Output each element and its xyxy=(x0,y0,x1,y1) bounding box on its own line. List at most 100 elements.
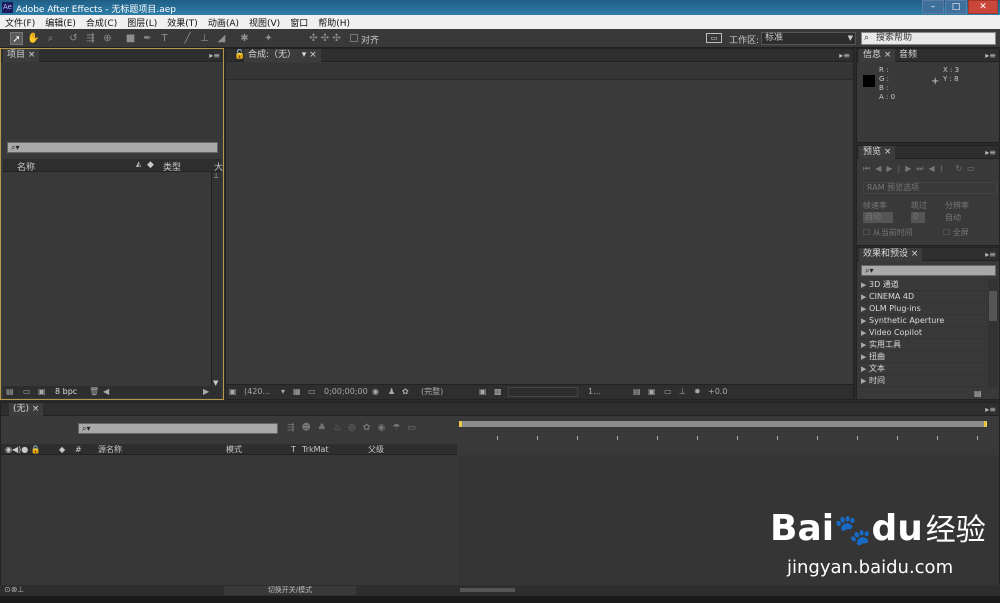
panel-menu-icon[interactable]: ▸≡ xyxy=(985,403,996,416)
close-button[interactable]: ✕ xyxy=(968,0,998,14)
chevron-down-icon[interactable]: ▾ xyxy=(281,386,285,398)
resolution-select[interactable]: 自动 xyxy=(945,212,961,223)
effect-category[interactable]: ▶ Synthetic Aperture xyxy=(858,315,987,327)
menu-animation[interactable]: 动画(A) xyxy=(203,16,244,29)
axis-mode-icon[interactable]: ✣ ✣ ✣ xyxy=(305,32,345,45)
panel-menu-icon[interactable]: ▸≡ xyxy=(985,248,996,261)
timeline-icon[interactable]: ▭ xyxy=(664,386,672,398)
pen-tool-icon[interactable]: ✒ xyxy=(141,32,154,45)
trash-icon[interactable]: 🗑 xyxy=(89,386,99,398)
new-preset-icon[interactable]: ▤ xyxy=(974,389,982,398)
roto-brush-tool-icon[interactable]: ✱ xyxy=(238,32,251,45)
tab-project[interactable]: 项目 × xyxy=(3,49,40,62)
view-select[interactable] xyxy=(508,387,578,397)
zoom-slider[interactable] xyxy=(460,588,515,592)
show-snapshot-icon[interactable]: ♟ xyxy=(388,386,395,398)
always-preview-icon[interactable]: ▣ xyxy=(229,386,237,398)
zoom-tool-icon[interactable]: ⌕ xyxy=(44,32,57,45)
safe-zones-icon[interactable]: ▦ xyxy=(293,386,301,398)
workspace-icon[interactable]: ▭ xyxy=(706,33,722,43)
label-tag-icon[interactable]: ◆ xyxy=(59,444,65,455)
view-layout-select[interactable]: 1... xyxy=(588,386,601,398)
comp-viewer[interactable] xyxy=(226,80,853,384)
av-switches-icon[interactable]: ◉◀)● 🔒 xyxy=(5,444,41,455)
timecode-display[interactable]: 0;00;00;00 xyxy=(324,386,368,398)
toggle-switches-modes-button[interactable]: 切换开关/模式 xyxy=(224,586,356,595)
skip-select[interactable]: 0 xyxy=(911,212,925,223)
work-area-bar[interactable] xyxy=(459,421,987,427)
selection-tool-icon[interactable]: ➚ xyxy=(10,32,23,45)
exposure-value[interactable]: +0.0 xyxy=(708,386,727,398)
effects-scrollbar[interactable] xyxy=(988,279,998,387)
channel-icon[interactable]: ✿ xyxy=(402,386,409,398)
effect-category[interactable]: ▶ CINEMA 4D xyxy=(858,291,987,303)
menu-view[interactable]: 视图(V) xyxy=(244,16,285,29)
menu-effect[interactable]: 效果(T) xyxy=(162,16,203,29)
ram-preview-options-select[interactable]: RAM 预览选项 xyxy=(863,182,997,194)
layer-list[interactable] xyxy=(1,455,457,585)
new-comp-icon[interactable]: ▣ xyxy=(38,386,46,398)
timeline-search-input[interactable]: ⌕▾ xyxy=(78,423,278,434)
col-source-name[interactable]: 源名称 xyxy=(98,444,122,455)
zoom-select[interactable]: (420... xyxy=(244,386,270,398)
exposure-icon[interactable]: ✸ xyxy=(694,386,701,398)
tab-composition[interactable]: 合成:（无） ▾ × xyxy=(244,49,321,62)
region-of-interest-icon[interactable]: ▣ xyxy=(479,386,487,398)
snapshot-icon[interactable]: ◉ xyxy=(372,386,379,398)
align-checkbox[interactable] xyxy=(350,34,358,42)
transparency-grid-icon[interactable]: ▩ xyxy=(494,386,502,398)
pan-behind-tool-icon[interactable]: ⊕ xyxy=(101,32,114,45)
maximize-button[interactable]: □ xyxy=(945,0,967,14)
menu-file[interactable]: 文件(F) xyxy=(0,16,40,29)
brush-tool-icon[interactable]: ╱ xyxy=(181,32,194,45)
menu-edit[interactable]: 编辑(E) xyxy=(40,16,81,29)
minimize-button[interactable]: – xyxy=(922,0,944,14)
col-t[interactable]: T xyxy=(291,444,296,455)
effect-category[interactable]: ▶ OLM Plug-ins xyxy=(858,303,987,315)
hand-tool-icon[interactable]: ✋ xyxy=(27,32,40,45)
label-tag-icon[interactable]: ◆ xyxy=(147,160,154,170)
project-scrollbar[interactable]: ⊥ ▼ xyxy=(211,172,221,387)
fast-preview-icon[interactable]: ▣ xyxy=(648,386,656,398)
effect-category[interactable]: ▶ 扭曲 xyxy=(858,351,987,363)
workspace-select[interactable]: 标准 ▼ xyxy=(761,32,856,45)
rotate-tool-icon[interactable]: ↺ xyxy=(67,32,80,45)
mask-visibility-icon[interactable]: ▭ xyxy=(308,386,316,398)
time-ruler[interactable] xyxy=(457,417,999,444)
comp-flowchart-icon[interactable]: ⊥ xyxy=(679,386,686,398)
col-mode[interactable]: 模式 xyxy=(226,444,242,455)
col-trkmat[interactable]: TrkMat xyxy=(302,444,329,455)
menu-composition[interactable]: 合成(C) xyxy=(81,16,122,29)
effects-search-input[interactable]: ⌕▾ xyxy=(861,265,996,276)
menu-layer[interactable]: 图层(L) xyxy=(122,16,162,29)
panel-menu-icon[interactable]: ▸≡ xyxy=(839,49,850,62)
scroll-left-icon[interactable]: ◀ xyxy=(103,386,109,398)
new-folder-icon[interactable]: ▭ xyxy=(23,386,31,398)
eraser-tool-icon[interactable]: ◢ xyxy=(215,32,228,45)
project-search-input[interactable]: ⌕▾ xyxy=(7,142,218,153)
flowchart-icon[interactable]: ⊥ xyxy=(213,172,219,180)
frame-rate-select[interactable]: 自动 xyxy=(863,212,893,223)
help-search-input[interactable]: ⌕ 搜索帮助 xyxy=(861,32,996,45)
text-tool-icon[interactable]: T xyxy=(158,32,171,45)
sort-icon[interactable]: ◭ xyxy=(136,160,141,168)
comp-mini-flowchart-icon[interactable]: ⊙⊗⊥ xyxy=(4,584,24,596)
tab-effects-presets[interactable]: 效果和预设 × xyxy=(859,248,923,261)
effect-category[interactable]: ▶ 文本 xyxy=(858,363,987,375)
menu-window[interactable]: 窗口 xyxy=(285,16,313,29)
col-hash[interactable]: # xyxy=(75,444,82,455)
clone-tool-icon[interactable]: ⊥ xyxy=(198,32,211,45)
scroll-thumb[interactable] xyxy=(989,291,997,321)
panel-menu-icon[interactable]: ▸≡ xyxy=(985,146,996,159)
tab-info[interactable]: 信息 × xyxy=(859,49,896,62)
effect-category[interactable]: ▶ Video Copilot xyxy=(858,327,987,339)
tab-timeline[interactable]: (无) × xyxy=(9,403,44,416)
effect-category[interactable]: ▶ 3D 通道 xyxy=(858,279,987,291)
col-parent[interactable]: 父级 xyxy=(368,444,384,455)
col-type[interactable]: 类型 xyxy=(163,160,181,173)
timeline-switches[interactable]: ⇶☻♣♨◎✿◉☂▭ xyxy=(287,423,423,433)
mask-tool-icon[interactable]: ■ xyxy=(124,32,137,45)
menu-help[interactable]: 帮助(H) xyxy=(313,16,355,29)
panel-menu-icon[interactable]: ▸≡ xyxy=(985,49,996,62)
col-name[interactable]: 名称 xyxy=(17,160,35,173)
